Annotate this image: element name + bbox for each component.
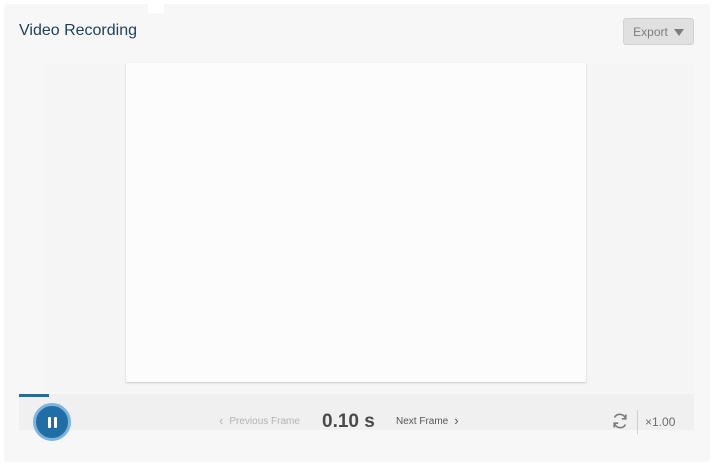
playback-speed[interactable]: ×1.00 xyxy=(645,415,675,429)
next-frame-button[interactable]: Next Frame › xyxy=(396,413,459,428)
previous-frame-button[interactable]: ‹ Previous Frame xyxy=(219,413,300,428)
controls-divider xyxy=(637,410,638,434)
previous-frame-label: Previous Frame xyxy=(229,415,300,427)
caret-down-icon xyxy=(673,28,684,36)
page-title: Video Recording xyxy=(19,22,138,39)
top-tab-notch xyxy=(148,0,164,13)
chevron-right-icon: › xyxy=(454,413,459,428)
pause-icon xyxy=(47,416,51,428)
chevron-left-icon: ‹ xyxy=(219,413,224,428)
video-frame[interactable] xyxy=(126,63,586,382)
export-button-label: Export xyxy=(633,24,668,39)
next-frame-label: Next Frame xyxy=(396,415,449,427)
progress-bar[interactable] xyxy=(19,394,49,397)
current-time: 0.10 s xyxy=(322,411,375,432)
export-button[interactable]: Export xyxy=(623,18,694,45)
pause-button[interactable] xyxy=(33,403,71,441)
pause-icon xyxy=(53,416,57,428)
loop-icon[interactable] xyxy=(611,412,629,430)
